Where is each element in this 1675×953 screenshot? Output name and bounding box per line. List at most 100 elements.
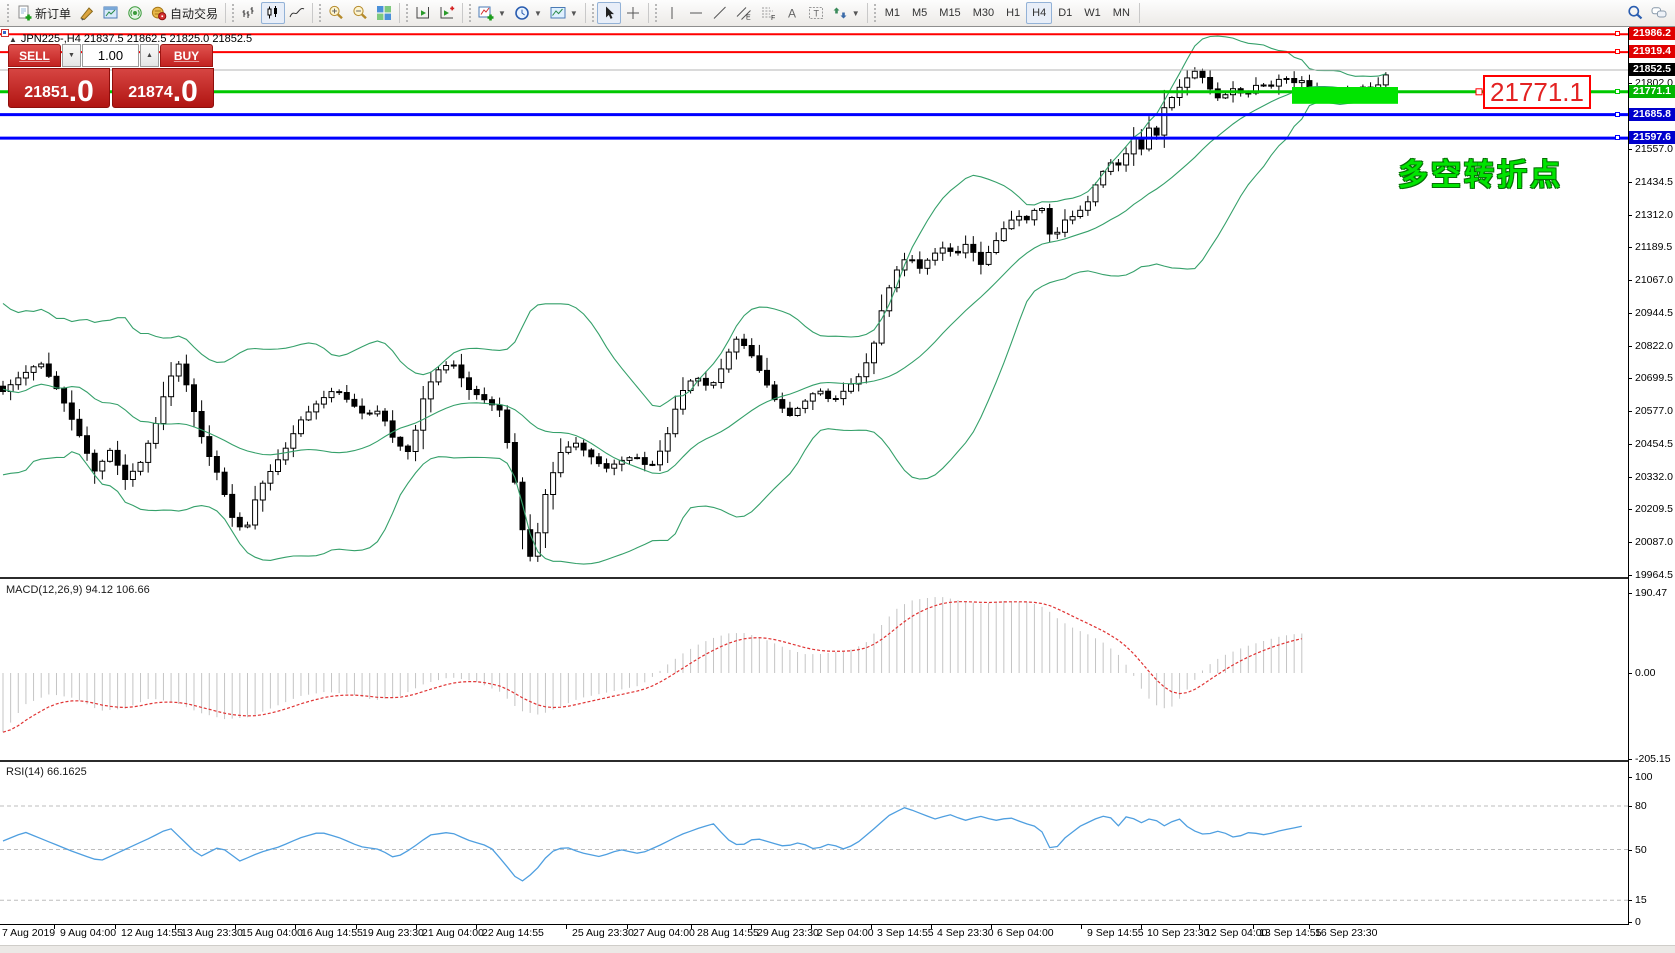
rsi-chart[interactable] <box>0 763 1628 924</box>
chat-button[interactable] <box>1647 2 1671 24</box>
toolbar-grip[interactable] <box>592 4 594 22</box>
rsi-label: RSI(14) 66.1625 <box>6 766 87 778</box>
price-tick-label: 20087.0 <box>1635 536 1673 548</box>
auto-scroll-button[interactable] <box>435 2 459 24</box>
new-order-button[interactable]: 新订单 <box>12 2 75 24</box>
chevron-down-icon[interactable]: ▼ <box>534 9 542 18</box>
timeframe-M1-button[interactable]: M1 <box>879 2 906 24</box>
price-tick-label: 20944.5 <box>1635 307 1673 319</box>
periods-button[interactable]: ▼ <box>510 2 546 24</box>
time-tick-label: 15 Aug 04:00 <box>241 927 303 939</box>
time-tick-mark <box>751 925 752 929</box>
styler-button[interactable] <box>75 2 99 24</box>
fibonacci-button[interactable]: F <box>756 2 780 24</box>
text-label-button[interactable]: T <box>804 2 828 24</box>
chevron-down-icon[interactable]: ▼ <box>498 9 506 18</box>
level-price-label: 21597.6 <box>1629 131 1675 144</box>
zoom-in-icon <box>328 5 344 21</box>
templates-button[interactable]: ▼ <box>546 2 582 24</box>
time-tick-label: 13 Aug 23:30 <box>181 927 243 939</box>
line-anchor[interactable] <box>1476 89 1482 95</box>
price-chart[interactable] <box>0 28 1628 577</box>
time-tick-mark <box>1253 925 1254 929</box>
chevron-down-icon[interactable]: ▼ <box>852 9 860 18</box>
price-callout-box[interactable]: 21771.1 <box>1483 75 1591 109</box>
svg-text:T: T <box>813 9 819 19</box>
timeframe-W1-button[interactable]: W1 <box>1078 2 1107 24</box>
toolbar-grip[interactable] <box>319 4 321 22</box>
toolbar-grip[interactable] <box>7 4 9 22</box>
time-tick-label: 9 Aug 04:00 <box>60 927 116 939</box>
sounds-button[interactable] <box>123 2 147 24</box>
trendline-button[interactable] <box>708 2 732 24</box>
price-tick-label: 21189.5 <box>1635 241 1672 253</box>
arrow-objects-button[interactable]: ▼ <box>828 2 864 24</box>
buy-price-main: 21874 <box>128 85 173 101</box>
rsi-tick-mark <box>1628 806 1632 807</box>
level-marker[interactable] <box>1615 31 1620 36</box>
toolbar-grip[interactable] <box>655 4 657 22</box>
toolbar-grip[interactable] <box>406 4 408 22</box>
volume-increase-button[interactable]: ▲ <box>140 44 159 67</box>
labelT-icon: T <box>808 5 824 21</box>
timeframe-M5-button[interactable]: M5 <box>906 2 933 24</box>
timeframe-M30-button[interactable]: M30 <box>967 2 1000 24</box>
bar-chart-button[interactable] <box>237 2 261 24</box>
autotrade-button[interactable]: 自动交易 <box>147 2 222 24</box>
timeframe-H1-button[interactable]: H1 <box>1000 2 1026 24</box>
price-tick-mark <box>1628 346 1632 347</box>
panel-separator[interactable] <box>0 577 1628 579</box>
horizontal-line-button[interactable] <box>684 2 708 24</box>
turning-point-annotation[interactable]: 多空转折点 <box>1398 150 1563 194</box>
time-tick-mark <box>811 925 812 929</box>
level-marker[interactable] <box>1615 135 1620 140</box>
volume-decrease-button[interactable]: ▼ <box>62 44 81 67</box>
level-marker[interactable] <box>1615 49 1620 54</box>
buy-price-button[interactable]: 21874.0 <box>112 68 214 108</box>
equidistant-channel-button[interactable]: E <box>732 2 756 24</box>
panel-separator[interactable] <box>0 760 1628 762</box>
buy-button[interactable]: BUY <box>160 44 213 67</box>
green-zone-rectangle[interactable] <box>1292 87 1398 104</box>
sell-price-main: 21851 <box>24 85 69 101</box>
chart-window-button[interactable] <box>99 2 123 24</box>
line-chart-button[interactable] <box>285 2 309 24</box>
time-tick-label: 16 Sep 23:30 <box>1315 927 1377 939</box>
indicators-button[interactable]: ▼ <box>474 2 510 24</box>
timeframe-M15-button[interactable]: M15 <box>933 2 966 24</box>
sell-button[interactable]: SELL <box>8 44 61 67</box>
macd-chart[interactable] <box>0 581 1628 760</box>
chart-shift-button[interactable] <box>411 2 435 24</box>
toolbar-grip[interactable] <box>469 4 471 22</box>
time-tick-label: 7 Aug 2019 <box>2 927 55 939</box>
toolbar-grip[interactable] <box>874 4 876 22</box>
volume-input[interactable] <box>82 44 139 67</box>
price-tick-mark <box>1628 215 1632 216</box>
level-price-label: 21986.2 <box>1629 27 1675 40</box>
price-tick-label: 20822.0 <box>1635 340 1673 352</box>
collapse-icon[interactable]: ▲ <box>9 35 17 44</box>
chart-area[interactable]: 21802.021679.521557.021434.521312.021189… <box>0 28 1675 953</box>
timeframe-D1-button[interactable]: D1 <box>1052 2 1078 24</box>
vertical-line-button[interactable] <box>660 2 684 24</box>
chart-corner-icon[interactable] <box>1 29 9 37</box>
level-marker[interactable] <box>1615 112 1620 117</box>
chevron-down-icon[interactable]: ▼ <box>570 9 578 18</box>
sell-price-button[interactable]: 21851.0 <box>8 68 110 108</box>
price-tick-mark <box>1628 83 1632 84</box>
search-button[interactable] <box>1623 2 1647 24</box>
tile-windows-button[interactable] <box>372 2 396 24</box>
time-tick-mark <box>235 925 236 929</box>
text-button[interactable]: A <box>780 2 804 24</box>
cursor-button[interactable] <box>597 2 621 24</box>
candle-chart-button[interactable] <box>261 2 285 24</box>
time-tick-mark <box>991 925 992 929</box>
toolbar-right <box>1623 2 1671 24</box>
crosshair-button[interactable] <box>621 2 645 24</box>
zoom-in-button[interactable] <box>324 2 348 24</box>
level-marker[interactable] <box>1615 89 1620 94</box>
timeframe-MN-button[interactable]: MN <box>1107 2 1136 24</box>
toolbar-grip[interactable] <box>232 4 234 22</box>
timeframe-H4-button[interactable]: H4 <box>1026 2 1052 24</box>
zoom-out-button[interactable] <box>348 2 372 24</box>
